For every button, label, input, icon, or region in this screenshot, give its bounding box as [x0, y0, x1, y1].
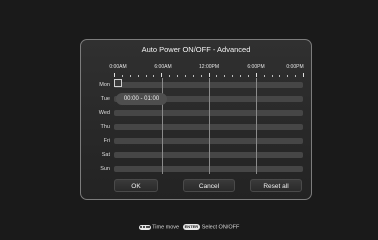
grid-line-6pm: [256, 78, 257, 174]
ok-button[interactable]: OK: [114, 179, 158, 192]
time-label-0000am: 0:00AM: [109, 64, 127, 70]
ruler-tick: [303, 73, 304, 77]
cancel-button[interactable]: Cancel: [183, 179, 235, 192]
day-label-mon: Mon: [99, 82, 110, 88]
time-label-1200pm: 12:00PM: [198, 64, 220, 70]
ruler-tick: [248, 75, 249, 77]
ruler-tick: [287, 75, 288, 77]
ruler-tick: [146, 75, 147, 77]
ruler-tick: [201, 75, 202, 77]
ruler-tick: [232, 75, 233, 77]
ruler-tick: [256, 73, 257, 77]
enter-key-icon: ENTER: [182, 224, 201, 230]
day-row-mon[interactable]: Mon: [81, 79, 311, 90]
day-row-sat[interactable]: Sat: [81, 150, 311, 160]
day-label-wed: Wed: [98, 110, 110, 116]
ruler-tick: [169, 75, 170, 77]
time-label-0600am: 6:00AM: [154, 64, 172, 70]
ruler-tick: [161, 73, 162, 77]
ruler-tick: [177, 75, 178, 77]
time-ruler: [114, 73, 304, 77]
auto-power-dialog: Auto Power ON/OFF - Advanced 0:00AM 6:00…: [80, 39, 312, 200]
day-row-sun[interactable]: Sun: [81, 164, 311, 174]
day-label-fri: Fri: [103, 138, 110, 144]
selection-cursor[interactable]: [114, 79, 122, 87]
day-row-thu[interactable]: Thu: [81, 122, 311, 132]
time-range-tooltip: 00:00 - 01:00: [116, 93, 167, 105]
directional-pad-icon: [138, 224, 151, 230]
day-label-sat: Sat: [101, 152, 110, 158]
ruler-tick: [122, 75, 123, 77]
time-label-0600pm: 6:00PM: [247, 64, 265, 70]
ruler-tick: [224, 75, 225, 77]
day-label-sun: Sun: [100, 166, 110, 172]
grid-line-12pm: [209, 78, 210, 174]
ruler-tick: [130, 75, 131, 77]
select-onoff-label: Select ON/OFF: [201, 224, 240, 231]
ruler-tick: [114, 73, 115, 77]
ruler-tick: [295, 75, 296, 77]
reset-all-button[interactable]: Reset all: [250, 179, 302, 192]
ruler-tick: [185, 75, 186, 77]
day-label-tue: Tue: [100, 96, 110, 102]
ruler-tick: [209, 73, 210, 77]
ruler-tick: [193, 75, 194, 77]
time-label-end: 0:00PM: [286, 64, 304, 70]
time-move-label: Time move: [152, 224, 180, 231]
day-row-fri[interactable]: Fri: [81, 136, 311, 146]
ruler-tick: [138, 75, 139, 77]
ruler-tick: [272, 75, 273, 77]
day-row-wed[interactable]: Wed: [81, 108, 311, 118]
ruler-tick: [264, 75, 265, 77]
ruler-tick: [153, 75, 154, 77]
ruler-tick: [216, 75, 217, 77]
day-label-thu: Thu: [100, 124, 110, 130]
ruler-tick: [279, 75, 280, 77]
dialog-title: Auto Power ON/OFF - Advanced: [141, 45, 251, 54]
footer-hint: Time move ENTER Select ON/OFF: [0, 224, 378, 230]
ruler-tick: [240, 75, 241, 77]
